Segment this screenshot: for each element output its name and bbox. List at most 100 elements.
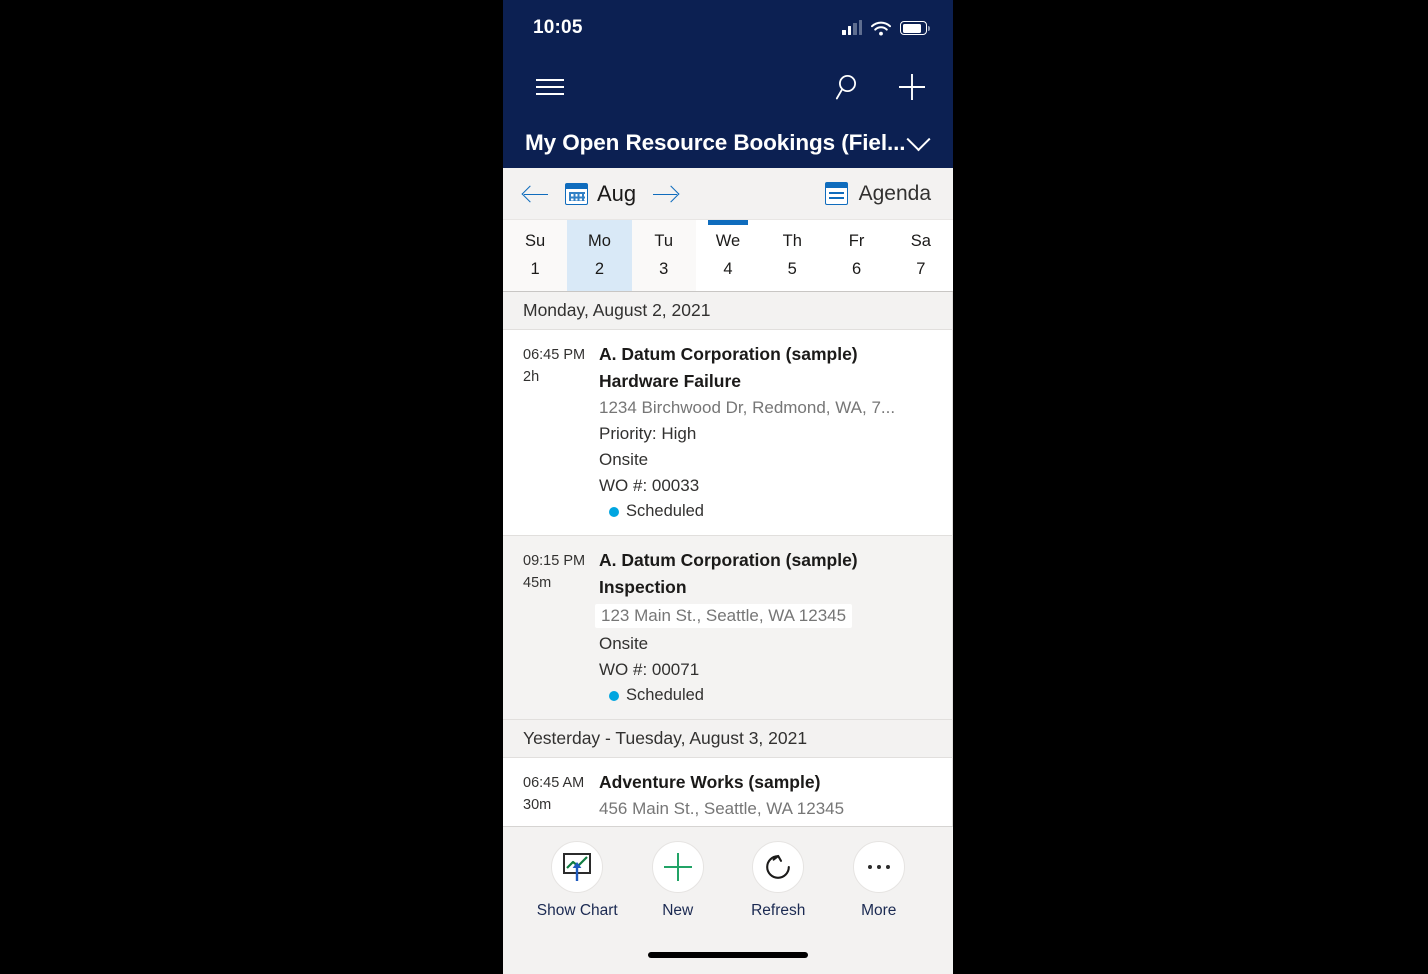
page-title: My Open Resource Bookings (Fiel... [525, 130, 906, 155]
refresh-label: Refresh [751, 902, 806, 919]
signal-icon [842, 20, 862, 35]
day-number: 2 [594, 260, 605, 278]
view-selector[interactable]: My Open Resource Bookings (Fiel... [503, 118, 953, 168]
agenda-list[interactable]: Monday, August 2, 2021 06:45 PM 2h A. Da… [503, 292, 953, 826]
day-number: 5 [787, 260, 797, 278]
booking-duration: 30m [523, 797, 552, 813]
day-column-mo[interactable]: Mo 2 [567, 220, 632, 291]
day-number: 6 [851, 260, 862, 278]
booking-work-order: WO #: 00033 [599, 476, 700, 495]
booking-account: Adventure Works (sample) [599, 772, 821, 792]
booking-status: Scheduled [599, 502, 895, 521]
wifi-icon [871, 21, 891, 36]
booking-address: 1234 Birchwood Dr, Redmond, WA, 7... [599, 398, 896, 417]
more-ellipsis-icon [852, 841, 905, 893]
booking-details: A. Datum Corporation (sample) Inspection… [595, 550, 858, 705]
booking-card[interactable]: 06:45 PM 2h A. Datum Corporation (sample… [503, 330, 952, 536]
month-label: Aug [597, 180, 637, 206]
phone-viewport: 10:05 My Open Resource Bookings (Fiel...… [503, 0, 953, 974]
day-name: Fr [848, 232, 865, 250]
day-number: 7 [916, 260, 926, 278]
day-column-we[interactable]: We 4 [695, 220, 761, 291]
day-column-sa[interactable]: Sa 7 [888, 220, 953, 291]
booking-location-type: Onsite [599, 450, 649, 469]
booking-time-block: 06:45 AM 30m [523, 772, 599, 826]
day-number: 1 [530, 260, 540, 278]
day-number: 3 [659, 260, 669, 278]
booking-work-type: Hardware Failure [599, 371, 741, 391]
hamburger-menu-icon[interactable] [531, 68, 569, 106]
booking-work-order: WO #: 00071 [599, 660, 700, 679]
day-column-su[interactable]: Su 1 [503, 220, 568, 291]
more-button[interactable]: More [834, 841, 924, 920]
calendar-nav: Aug [521, 181, 680, 207]
day-name: Su [525, 232, 546, 250]
battery-icon [900, 21, 930, 35]
previous-period-arrow-icon[interactable] [521, 181, 551, 207]
app-bar-actions [831, 68, 931, 106]
today-indicator [707, 220, 749, 225]
day-name: We [715, 232, 741, 250]
booking-address: 123 Main St., Seattle, WA 12345 [595, 604, 853, 628]
booking-details: Adventure Works (sample) 456 Main St., S… [599, 772, 844, 826]
status-bar-clock: 10:05 [533, 17, 583, 38]
day-name: Tu [654, 232, 674, 250]
calendar-icon [565, 182, 588, 205]
agenda-view-toggle[interactable]: Agenda [824, 181, 931, 206]
day-name: Sa [910, 232, 931, 250]
show-chart-icon [551, 841, 604, 893]
plus-icon [651, 841, 704, 893]
booking-time-block: 09:15 PM 45m [523, 550, 599, 705]
app-bar [503, 56, 953, 118]
calendar-toolbar: Aug Agenda [503, 168, 953, 220]
week-day-strip: Su 1 Mo 2 Tu 3 We 4 Th 5 Fr 6 Sa 7 [503, 220, 953, 292]
day-column-th[interactable]: Th 5 [760, 220, 825, 291]
screenshot-canvas: 10:05 My Open Resource Bookings (Fiel...… [0, 0, 1428, 974]
booking-address: 456 Main St., Seattle, WA 12345 [599, 799, 845, 818]
booking-priority: Priority: High [599, 424, 697, 443]
show-chart-button[interactable]: Show Chart [532, 841, 622, 920]
booking-account: A. Datum Corporation (sample) [599, 550, 858, 570]
day-number: 4 [723, 260, 733, 278]
refresh-icon [752, 841, 805, 893]
home-indicator [648, 952, 808, 958]
agenda-label: Agenda [858, 181, 931, 205]
agenda-icon [824, 182, 848, 205]
booking-account: A. Datum Corporation (sample) [599, 344, 858, 364]
booking-start-time: 06:45 AM [523, 775, 585, 791]
new-record-plus-icon[interactable] [893, 68, 931, 106]
booking-duration: 2h [523, 369, 540, 385]
day-column-fr[interactable]: Fr 6 [824, 220, 889, 291]
day-column-tu[interactable]: Tu 3 [631, 220, 696, 291]
booking-status: Scheduled [599, 686, 858, 705]
next-period-arrow-icon[interactable] [650, 181, 680, 207]
status-bar-icons [842, 20, 930, 36]
month-picker[interactable]: Aug [565, 181, 636, 207]
booking-time-block: 06:45 PM 2h [523, 344, 599, 521]
chevron-down-icon[interactable] [906, 126, 931, 151]
booking-status-label: Scheduled [626, 686, 704, 704]
booking-start-time: 09:15 PM [523, 553, 586, 569]
command-bar: Show Chart New Refresh More [503, 826, 953, 974]
booking-status-label: Scheduled [626, 502, 704, 520]
more-label: More [861, 902, 897, 919]
show-chart-label: Show Chart [536, 902, 618, 919]
refresh-button[interactable]: Refresh [733, 841, 823, 920]
booking-location-type: Onsite [599, 634, 649, 653]
booking-card[interactable]: 06:45 AM 30m Adventure Works (sample) 45… [503, 758, 952, 826]
booking-duration: 45m [523, 575, 552, 591]
day-name: Th [782, 232, 802, 250]
booking-start-time: 06:45 PM [523, 347, 586, 363]
day-name: Mo [587, 232, 611, 250]
agenda-date-header: Monday, August 2, 2021 [503, 292, 952, 330]
status-bar: 10:05 [503, 0, 953, 56]
search-icon[interactable] [831, 68, 869, 106]
booking-details: A. Datum Corporation (sample) Hardware F… [599, 344, 895, 521]
new-label: New [662, 902, 694, 919]
new-button[interactable]: New [633, 841, 723, 920]
booking-work-type: Inspection [599, 577, 687, 597]
booking-card[interactable]: 09:15 PM 45m A. Datum Corporation (sampl… [503, 536, 952, 720]
status-dot-icon [609, 506, 619, 517]
status-dot-icon [609, 690, 619, 701]
agenda-date-header: Yesterday - Tuesday, August 3, 2021 [503, 720, 952, 758]
